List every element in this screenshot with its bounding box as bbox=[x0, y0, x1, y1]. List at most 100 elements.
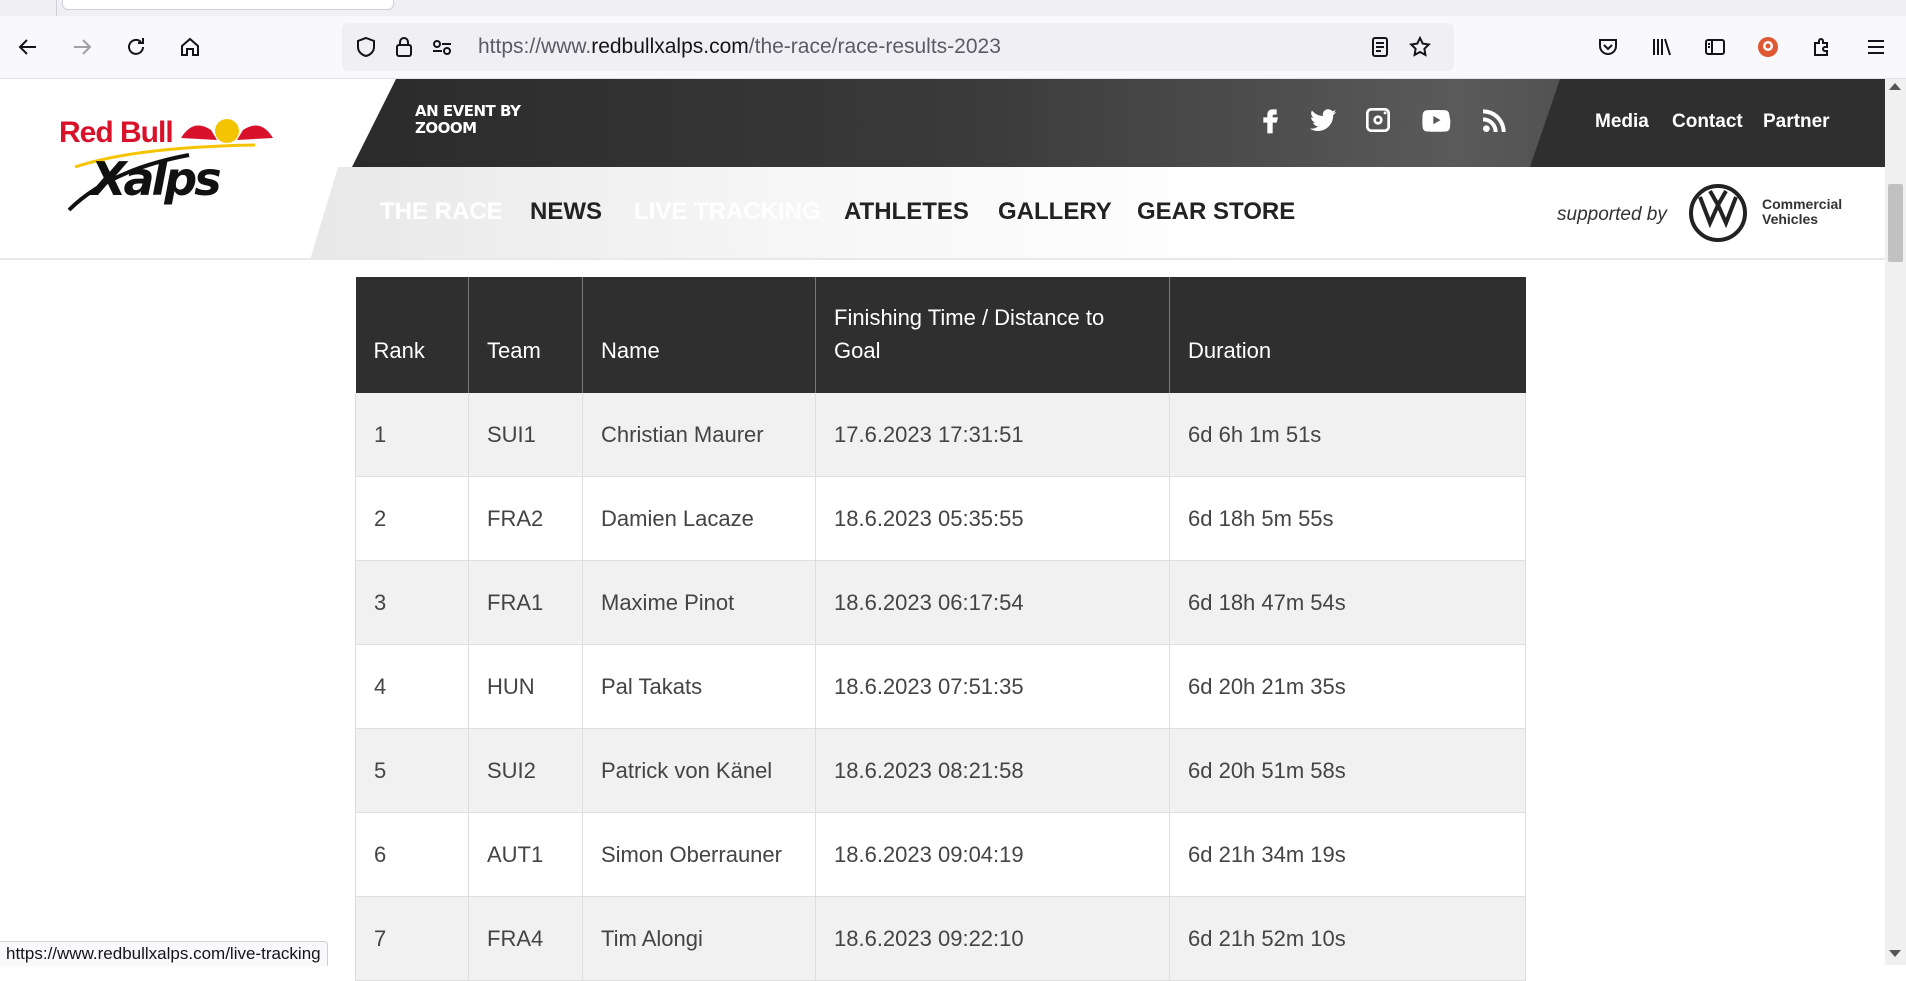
cell-team: FRA1 bbox=[468, 560, 583, 645]
shield-icon[interactable] bbox=[354, 35, 378, 59]
forward-arrow-icon bbox=[74, 39, 92, 55]
nav-live-tracking[interactable]: LIVE TRACKING bbox=[634, 182, 821, 242]
nav-gear-store-label: GEAR STORE bbox=[1137, 198, 1296, 225]
svg-text:Red Bull: Red Bull bbox=[59, 116, 173, 149]
partner-link[interactable]: Partner bbox=[1763, 111, 1830, 133]
table-row: 5 SUI2 Patrick von Känel 18.6.2023 08:21… bbox=[355, 728, 1526, 813]
nav-athletes[interactable]: ATHLETES bbox=[844, 182, 969, 242]
rss-link[interactable] bbox=[1475, 100, 1515, 140]
nav-the-race-label: THE RACE bbox=[380, 198, 503, 225]
home-button[interactable] bbox=[174, 31, 206, 63]
table-row: 7 FRA4 Tim Alongi 18.6.2023 09:22:10 6d … bbox=[355, 896, 1526, 981]
active-tab[interactable] bbox=[62, 0, 394, 10]
cell-rank: 5 bbox=[355, 728, 469, 813]
library-button[interactable] bbox=[1645, 31, 1677, 63]
nav-live-tracking-label: LIVE TRACKING bbox=[634, 198, 821, 225]
duckduckgo-extension-button[interactable] bbox=[1752, 31, 1784, 63]
cell-duration: 6d 21h 52m 10s bbox=[1169, 896, 1526, 981]
cell-rank: 4 bbox=[355, 644, 469, 729]
event-by-label[interactable]: AN EVENT BY ZOOOM bbox=[415, 102, 521, 137]
cell-team: SUI1 bbox=[468, 393, 583, 477]
nav-gallery[interactable]: GALLERY bbox=[998, 182, 1112, 242]
vw-logo[interactable] bbox=[1688, 183, 1748, 243]
reader-view-icon[interactable] bbox=[1368, 35, 1392, 59]
header-rank[interactable]: Rank bbox=[355, 277, 469, 393]
header-finishing-time[interactable]: Finishing Time / Distance to Goal bbox=[815, 277, 1170, 393]
pocket-icon bbox=[1599, 39, 1617, 55]
url-path: /the-race/race-results-2023 bbox=[748, 35, 1001, 58]
scroll-down-icon[interactable] bbox=[1889, 950, 1901, 957]
cell-name: Patrick von Känel bbox=[582, 728, 816, 813]
facebook-link[interactable] bbox=[1250, 100, 1290, 140]
page-scrollbar[interactable] bbox=[1885, 79, 1906, 965]
youtube-link[interactable] bbox=[1416, 100, 1456, 140]
results-table: Rank Team Name Finishing Time / Distance… bbox=[355, 277, 1526, 981]
header-divider bbox=[0, 258, 1885, 260]
cell-duration: 6d 18h 47m 54s bbox=[1169, 560, 1526, 645]
back-button[interactable] bbox=[12, 31, 44, 63]
nav-gallery-label: GALLERY bbox=[998, 198, 1112, 225]
cell-duration: 6d 20h 21m 35s bbox=[1169, 644, 1526, 729]
scroll-up-icon[interactable] bbox=[1889, 83, 1901, 90]
cell-team: AUT1 bbox=[468, 812, 583, 897]
forward-button[interactable] bbox=[66, 31, 98, 63]
red-bull-x-alps-logo[interactable]: Red Bull Xalps bbox=[55, 112, 285, 222]
cell-finish: 18.6.2023 08:21:58 bbox=[815, 728, 1170, 813]
hamburger-menu-icon bbox=[1868, 40, 1884, 54]
nav-news[interactable]: NEWS bbox=[530, 182, 602, 242]
cell-duration: 6d 6h 1m 51s bbox=[1169, 393, 1526, 477]
url-host: redbullxalps.com bbox=[591, 35, 749, 58]
table-row: 2 FRA2 Damien Lacaze 18.6.2023 05:35:55 … bbox=[355, 476, 1526, 561]
cell-name: Christian Maurer bbox=[582, 393, 816, 477]
nav-news-label: NEWS bbox=[530, 198, 602, 225]
header-team[interactable]: Team bbox=[468, 277, 583, 393]
cell-rank: 6 bbox=[355, 812, 469, 897]
twitter-link[interactable] bbox=[1303, 100, 1343, 140]
nav-gear-store[interactable]: GEAR STORE bbox=[1137, 182, 1295, 242]
permissions-icon[interactable] bbox=[430, 35, 454, 59]
cell-rank: 7 bbox=[355, 896, 469, 981]
instagram-link[interactable] bbox=[1358, 100, 1398, 140]
sponsor-text: Commercial Vehicles bbox=[1762, 197, 1842, 227]
nav-the-race[interactable]: THE RACE bbox=[380, 182, 503, 242]
cell-finish: 18.6.2023 06:17:54 bbox=[815, 560, 1170, 645]
supported-by-label: supported by bbox=[1557, 204, 1667, 225]
table-row: 3 FRA1 Maxime Pinot 18.6.2023 06:17:54 6… bbox=[355, 560, 1526, 645]
cell-duration: 6d 20h 51m 58s bbox=[1169, 728, 1526, 813]
cell-rank: 1 bbox=[355, 393, 469, 477]
pocket-button[interactable] bbox=[1592, 31, 1624, 63]
extensions-button[interactable] bbox=[1806, 31, 1838, 63]
url-bar[interactable]: https://www.redbullxalps.com/the-race/ra… bbox=[342, 23, 1454, 71]
cell-finish: 18.6.2023 09:04:19 bbox=[815, 812, 1170, 897]
svg-text:Xalps: Xalps bbox=[88, 152, 220, 206]
event-by-line2: ZOOOM bbox=[415, 119, 477, 137]
tab-strip bbox=[0, 0, 1906, 16]
lock-icon[interactable] bbox=[392, 35, 416, 59]
table-row: 4 HUN Pal Takats 18.6.2023 07:51:35 6d 2… bbox=[355, 644, 1526, 729]
event-by-line1: AN EVENT BY bbox=[415, 102, 521, 120]
rss-icon bbox=[1483, 109, 1506, 132]
cell-finish: 18.6.2023 09:22:10 bbox=[815, 896, 1170, 981]
header-duration[interactable]: Duration bbox=[1169, 277, 1526, 393]
cell-team: FRA2 bbox=[468, 476, 583, 561]
sidebar-icon bbox=[1705, 39, 1725, 55]
cell-name: Pal Takats bbox=[582, 644, 816, 729]
bookmark-star-icon[interactable] bbox=[1408, 35, 1432, 59]
table-row: 6 AUT1 Simon Oberrauner 18.6.2023 09:04:… bbox=[355, 812, 1526, 897]
cell-duration: 6d 21h 34m 19s bbox=[1169, 812, 1526, 897]
sponsor-line2: Vehicles bbox=[1762, 211, 1819, 227]
contact-link[interactable]: Contact bbox=[1672, 111, 1743, 133]
reload-button[interactable] bbox=[120, 31, 152, 63]
sidebar-button[interactable] bbox=[1699, 31, 1731, 63]
cell-rank: 2 bbox=[355, 476, 469, 561]
header-name[interactable]: Name bbox=[582, 277, 816, 393]
menu-button[interactable] bbox=[1860, 31, 1892, 63]
url-text[interactable]: https://www.redbullxalps.com/the-race/ra… bbox=[478, 35, 1001, 59]
media-link[interactable]: Media bbox=[1595, 111, 1649, 133]
reload-icon bbox=[128, 38, 144, 55]
cell-finish: 18.6.2023 07:51:35 bbox=[815, 644, 1170, 729]
puzzle-icon bbox=[1814, 38, 1828, 56]
cell-team: FRA4 bbox=[468, 896, 583, 981]
scrollbar-thumb[interactable] bbox=[1888, 184, 1903, 262]
browser-toolbar: https://www.redbullxalps.com/the-race/ra… bbox=[0, 16, 1906, 79]
